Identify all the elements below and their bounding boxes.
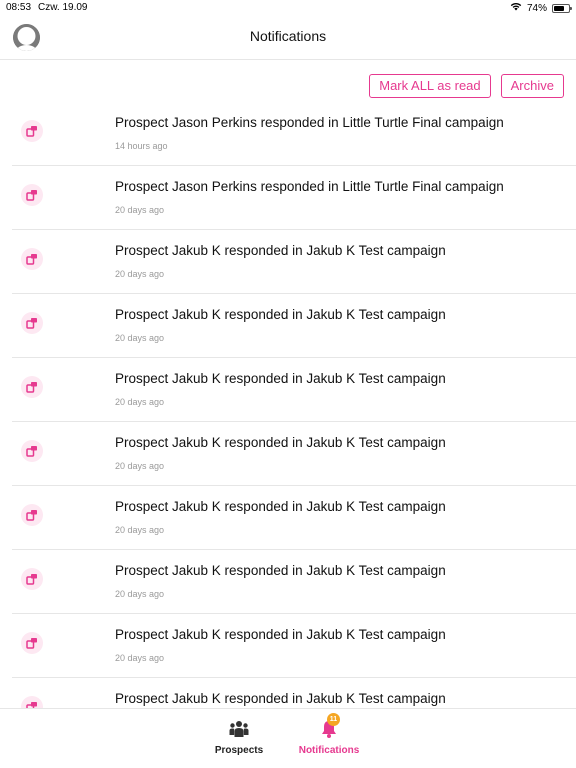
reply-message-icon xyxy=(21,248,43,270)
status-bar: 08:53 Czw. 19.09 74% xyxy=(0,0,576,16)
notification-text: Prospect Jakub K responded in Jakub K Te… xyxy=(115,371,446,386)
reply-message-icon xyxy=(21,440,43,462)
notification-text: Prospect Jakub K responded in Jakub K Te… xyxy=(115,691,446,706)
notification-time: 14 hours ago xyxy=(115,141,168,151)
tab-notifications[interactable]: 11 Notifications xyxy=(289,709,369,768)
battery-percent: 74% xyxy=(526,2,547,14)
notification-text: Prospect Jakub K responded in Jakub K Te… xyxy=(115,435,446,450)
page-title: Notifications xyxy=(249,28,327,44)
notification-item[interactable]: Prospect Jakub K responded in Jakub K Te… xyxy=(0,614,576,678)
notification-text: Prospect Jason Perkins responded in Litt… xyxy=(115,179,504,194)
notification-item[interactable]: Prospect Jakub K responded in Jakub K Te… xyxy=(0,358,576,422)
status-time: 08:53 xyxy=(6,2,32,13)
mark-all-read-button[interactable]: Mark ALL as read xyxy=(369,74,491,98)
group-icon xyxy=(229,719,249,739)
notification-item[interactable]: Prospect Jason Perkins responded in Litt… xyxy=(0,166,576,230)
notification-text: Prospect Jakub K responded in Jakub K Te… xyxy=(115,307,446,322)
reply-message-icon xyxy=(21,120,43,142)
notification-text: Prospect Jakub K responded in Jakub K Te… xyxy=(115,627,446,642)
notification-item[interactable]: Prospect Jakub K responded in Jakub K Te… xyxy=(0,486,576,550)
notification-text: Prospect Jakub K responded in Jakub K Te… xyxy=(115,243,446,258)
status-date: Czw. 19.09 xyxy=(38,2,88,13)
reply-message-icon xyxy=(21,632,43,654)
notification-item[interactable]: Prospect Jakub K responded in Jakub K Te… xyxy=(0,294,576,358)
battery-fill xyxy=(554,5,565,11)
notification-time: 20 days ago xyxy=(115,269,165,279)
notification-list: Prospect Jason Perkins responded in Litt… xyxy=(0,102,576,742)
wifi-icon xyxy=(510,2,522,14)
notification-actions: Mark ALL as read Archive xyxy=(369,74,564,98)
reply-message-icon xyxy=(21,312,43,334)
notification-item[interactable]: Prospect Jakub K responded in Jakub K Te… xyxy=(0,230,576,294)
notification-count-badge: 11 xyxy=(327,713,340,726)
tab-notifications-label: Notifications xyxy=(298,745,360,756)
status-right: 74% xyxy=(510,2,572,14)
reply-message-icon xyxy=(21,184,43,206)
notification-time: 20 days ago xyxy=(115,653,165,663)
notification-item[interactable]: Prospect Jason Perkins responded in Litt… xyxy=(0,102,576,166)
reply-message-icon xyxy=(21,568,43,590)
notification-time: 20 days ago xyxy=(115,205,165,215)
notification-text: Prospect Jason Perkins responded in Litt… xyxy=(115,115,504,130)
tab-bar: Prospects 11 Notifications xyxy=(0,708,576,768)
reply-message-icon xyxy=(21,376,43,398)
notification-item[interactable]: Prospect Jakub K responded in Jakub K Te… xyxy=(0,550,576,614)
archive-button[interactable]: Archive xyxy=(500,74,564,98)
tab-prospects-label: Prospects xyxy=(214,745,264,756)
notification-item[interactable]: Prospect Jakub K responded in Jakub K Te… xyxy=(0,422,576,486)
notification-time: 20 days ago xyxy=(115,333,165,343)
header: Notifications xyxy=(0,16,576,60)
notification-text: Prospect Jakub K responded in Jakub K Te… xyxy=(115,563,446,578)
notification-time: 20 days ago xyxy=(115,525,165,535)
notification-time: 20 days ago xyxy=(115,589,165,599)
reply-message-icon xyxy=(21,504,43,526)
notification-text: Prospect Jakub K responded in Jakub K Te… xyxy=(115,499,446,514)
battery-icon xyxy=(552,3,572,13)
notification-time: 20 days ago xyxy=(115,461,165,471)
tab-prospects[interactable]: Prospects xyxy=(199,709,279,768)
notification-time: 20 days ago xyxy=(115,397,165,407)
